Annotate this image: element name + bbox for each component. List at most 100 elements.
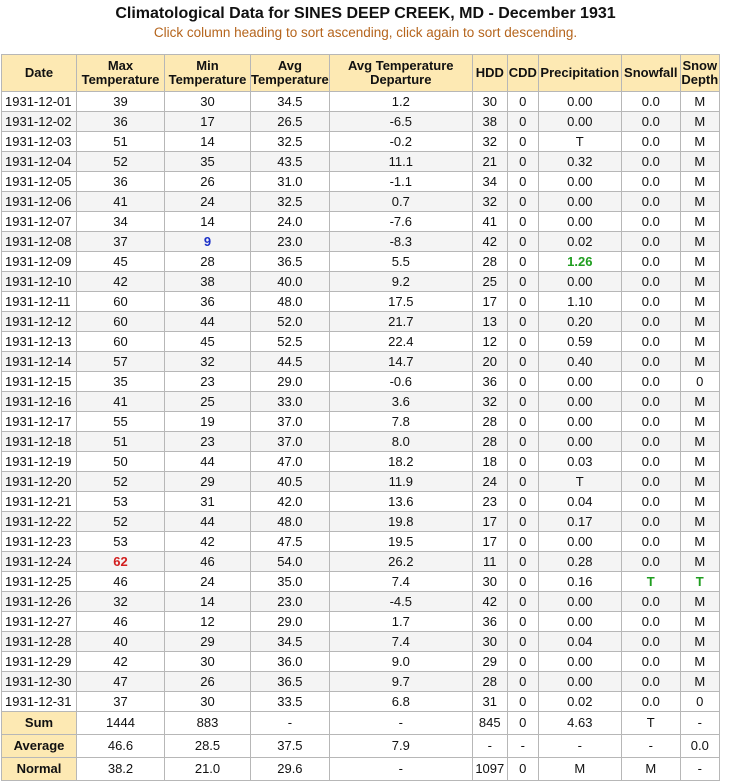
- table-row: 1931-12-25 46 24 35.0 7.4 30 0 0.16 T T: [1, 571, 720, 592]
- cell-avg-temperature-departure: 19.8: [328, 511, 473, 532]
- cell-cdd: 0: [506, 411, 539, 432]
- cell-precipitation: 0.00: [537, 171, 622, 192]
- page-title: Climatological Data for SINES DEEP CREEK…: [115, 5, 616, 22]
- cell-snow-depth: M: [679, 231, 720, 252]
- table-row: 1931-12-15 35 23 29.0 -0.6 36 0 0.00 0.0 0: [1, 371, 720, 392]
- cell-date: 1931-12-05: [1, 171, 77, 192]
- cell-avg-temperature-departure: 18.2: [328, 451, 473, 472]
- summary-cell-precipitation: 4.63: [537, 711, 622, 735]
- cell-snow-depth: M: [679, 531, 720, 552]
- cell-max-temperature: 55: [76, 411, 165, 432]
- cell-snow-depth: M: [679, 311, 720, 332]
- table-row: 1931-12-18 51 23 37.0 8.0 28 0 0.00 0.0 M: [1, 431, 720, 452]
- cell-avg-temperature-departure: 9.7: [328, 671, 473, 692]
- column-header-snow-depth[interactable]: Snow Depth: [679, 54, 720, 92]
- column-header-max-temperature[interactable]: Max Temperature: [76, 54, 165, 92]
- cell-max-temperature: 51: [76, 431, 165, 452]
- table-row: 1931-12-26 32 14 23.0 -4.5 42 0 0.00 0.0 M: [1, 591, 720, 612]
- cell-hdd: 28: [471, 671, 508, 692]
- summary-cell-snowfall: -: [620, 734, 681, 758]
- cell-avg-temperature: 36.0: [250, 651, 330, 672]
- column-header-cdd[interactable]: CDD: [506, 54, 539, 92]
- table-row: 1931-12-28 40 29 34.5 7.4 30 0 0.04 0.0 M: [1, 631, 720, 652]
- cell-min-temperature: 42: [164, 531, 251, 552]
- cell-snowfall: 0.0: [620, 651, 681, 672]
- cell-avg-temperature: 48.0: [250, 511, 330, 532]
- cell-date: 1931-12-02: [1, 111, 77, 132]
- cell-min-temperature: 44: [164, 511, 251, 532]
- cell-precipitation: 0.03: [537, 451, 622, 472]
- table-row: 1931-12-12 60 44 52.0 21.7 13 0 0.20 0.0 M: [1, 311, 720, 332]
- cell-max-temperature: 62: [76, 551, 165, 572]
- cell-avg-temperature: 26.5: [250, 111, 330, 132]
- column-header-avg-temperature-departure[interactable]: Avg Temperature Departure: [328, 54, 473, 92]
- cell-cdd: 0: [506, 271, 539, 292]
- table-row: 1931-12-11 60 36 48.0 17.5 17 0 1.10 0.0 M: [1, 291, 720, 312]
- cell-max-temperature: 60: [76, 291, 165, 312]
- cell-precipitation: 0.00: [537, 111, 622, 132]
- cell-hdd: 12: [471, 331, 508, 352]
- cell-precipitation: 0.17: [537, 511, 622, 532]
- cell-snow-depth: M: [679, 551, 720, 572]
- cell-snowfall: 0.0: [620, 311, 681, 332]
- summary-cell-min-temperature: 28.5: [164, 734, 251, 758]
- cell-snow-depth: M: [679, 391, 720, 412]
- cell-avg-temperature-departure: -6.5: [328, 111, 473, 132]
- cell-hdd: 38: [471, 111, 508, 132]
- cell-min-temperature: 28: [164, 251, 251, 272]
- cell-precipitation: 0.00: [537, 411, 622, 432]
- cell-hdd: 31: [471, 691, 508, 712]
- cell-avg-temperature-departure: 19.5: [328, 531, 473, 552]
- column-header-min-temperature[interactable]: Min Temperature: [164, 54, 251, 92]
- cell-snow-depth: 0: [679, 691, 720, 712]
- column-header-snowfall[interactable]: Snowfall: [620, 54, 681, 92]
- table-row: 1931-12-05 36 26 31.0 -1.1 34 0 0.00 0.0 M: [1, 171, 720, 192]
- cell-cdd: 0: [506, 431, 539, 452]
- column-header-precipitation[interactable]: Precipitation: [537, 54, 622, 92]
- cell-avg-temperature: 34.5: [250, 631, 330, 652]
- cell-hdd: 28: [471, 411, 508, 432]
- column-header-avg-temperature[interactable]: Avg Temperature: [250, 54, 330, 92]
- cell-max-temperature: 37: [76, 231, 165, 252]
- cell-min-temperature: 24: [164, 191, 251, 212]
- cell-min-temperature: 17: [164, 111, 251, 132]
- cell-avg-temperature: 42.0: [250, 491, 330, 512]
- cell-snowfall: 0.0: [620, 211, 681, 232]
- column-header-date[interactable]: Date: [1, 54, 77, 92]
- summary-row: Normal 38.2 21.0 29.6-1097 0 M M -: [1, 757, 720, 781]
- column-header-hdd[interactable]: HDD: [471, 54, 508, 92]
- cell-snowfall: 0.0: [620, 171, 681, 192]
- cell-hdd: 18: [471, 451, 508, 472]
- cell-precipitation: 0.32: [537, 151, 622, 172]
- cell-min-temperature: 44: [164, 451, 251, 472]
- cell-min-temperature: 38: [164, 271, 251, 292]
- table-row: 1931-12-02 36 17 26.5 -6.5 38 0 0.00 0.0 M: [1, 111, 720, 132]
- cell-hdd: 30: [471, 571, 508, 592]
- table-row: 1931-12-10 42 38 40.0 9.2 25 0 0.00 0.0 M: [1, 271, 720, 292]
- cell-precipitation: 0.00: [537, 91, 622, 112]
- table-row: 1931-12-19 50 44 47.0 18.2 18 0 0.03 0.0 M: [1, 451, 720, 472]
- cell-cdd: 0: [506, 651, 539, 672]
- cell-avg-temperature-departure: 26.2: [328, 551, 473, 572]
- summary-cell-avg-temperature-departure: -: [328, 711, 473, 735]
- cell-min-temperature: 14: [164, 211, 251, 232]
- cell-hdd: 24: [471, 471, 508, 492]
- cell-date: 1931-12-09: [1, 251, 77, 272]
- cell-avg-temperature-departure: 14.7: [328, 351, 473, 372]
- cell-hdd: 23: [471, 491, 508, 512]
- cell-precipitation: 0.04: [537, 631, 622, 652]
- cell-min-temperature: 45: [164, 331, 251, 352]
- cell-snowfall: 0.0: [620, 671, 681, 692]
- cell-date: 1931-12-30: [1, 671, 77, 692]
- cell-snowfall: 0.0: [620, 691, 681, 712]
- table-row: 1931-12-13 60 45 52.5 22.4 12 0 0.59 0.0 M: [1, 331, 720, 352]
- cell-cdd: 0: [506, 531, 539, 552]
- cell-hdd: 42: [471, 591, 508, 612]
- summary-cell-avg-temperature-departure: -: [328, 757, 473, 781]
- summary-cell-cdd: -: [506, 734, 539, 758]
- cell-min-temperature: 26: [164, 671, 251, 692]
- cell-avg-temperature: 32.5: [250, 191, 330, 212]
- cell-hdd: 21: [471, 151, 508, 172]
- cell-snow-depth: M: [679, 611, 720, 632]
- cell-snowfall: 0.0: [620, 111, 681, 132]
